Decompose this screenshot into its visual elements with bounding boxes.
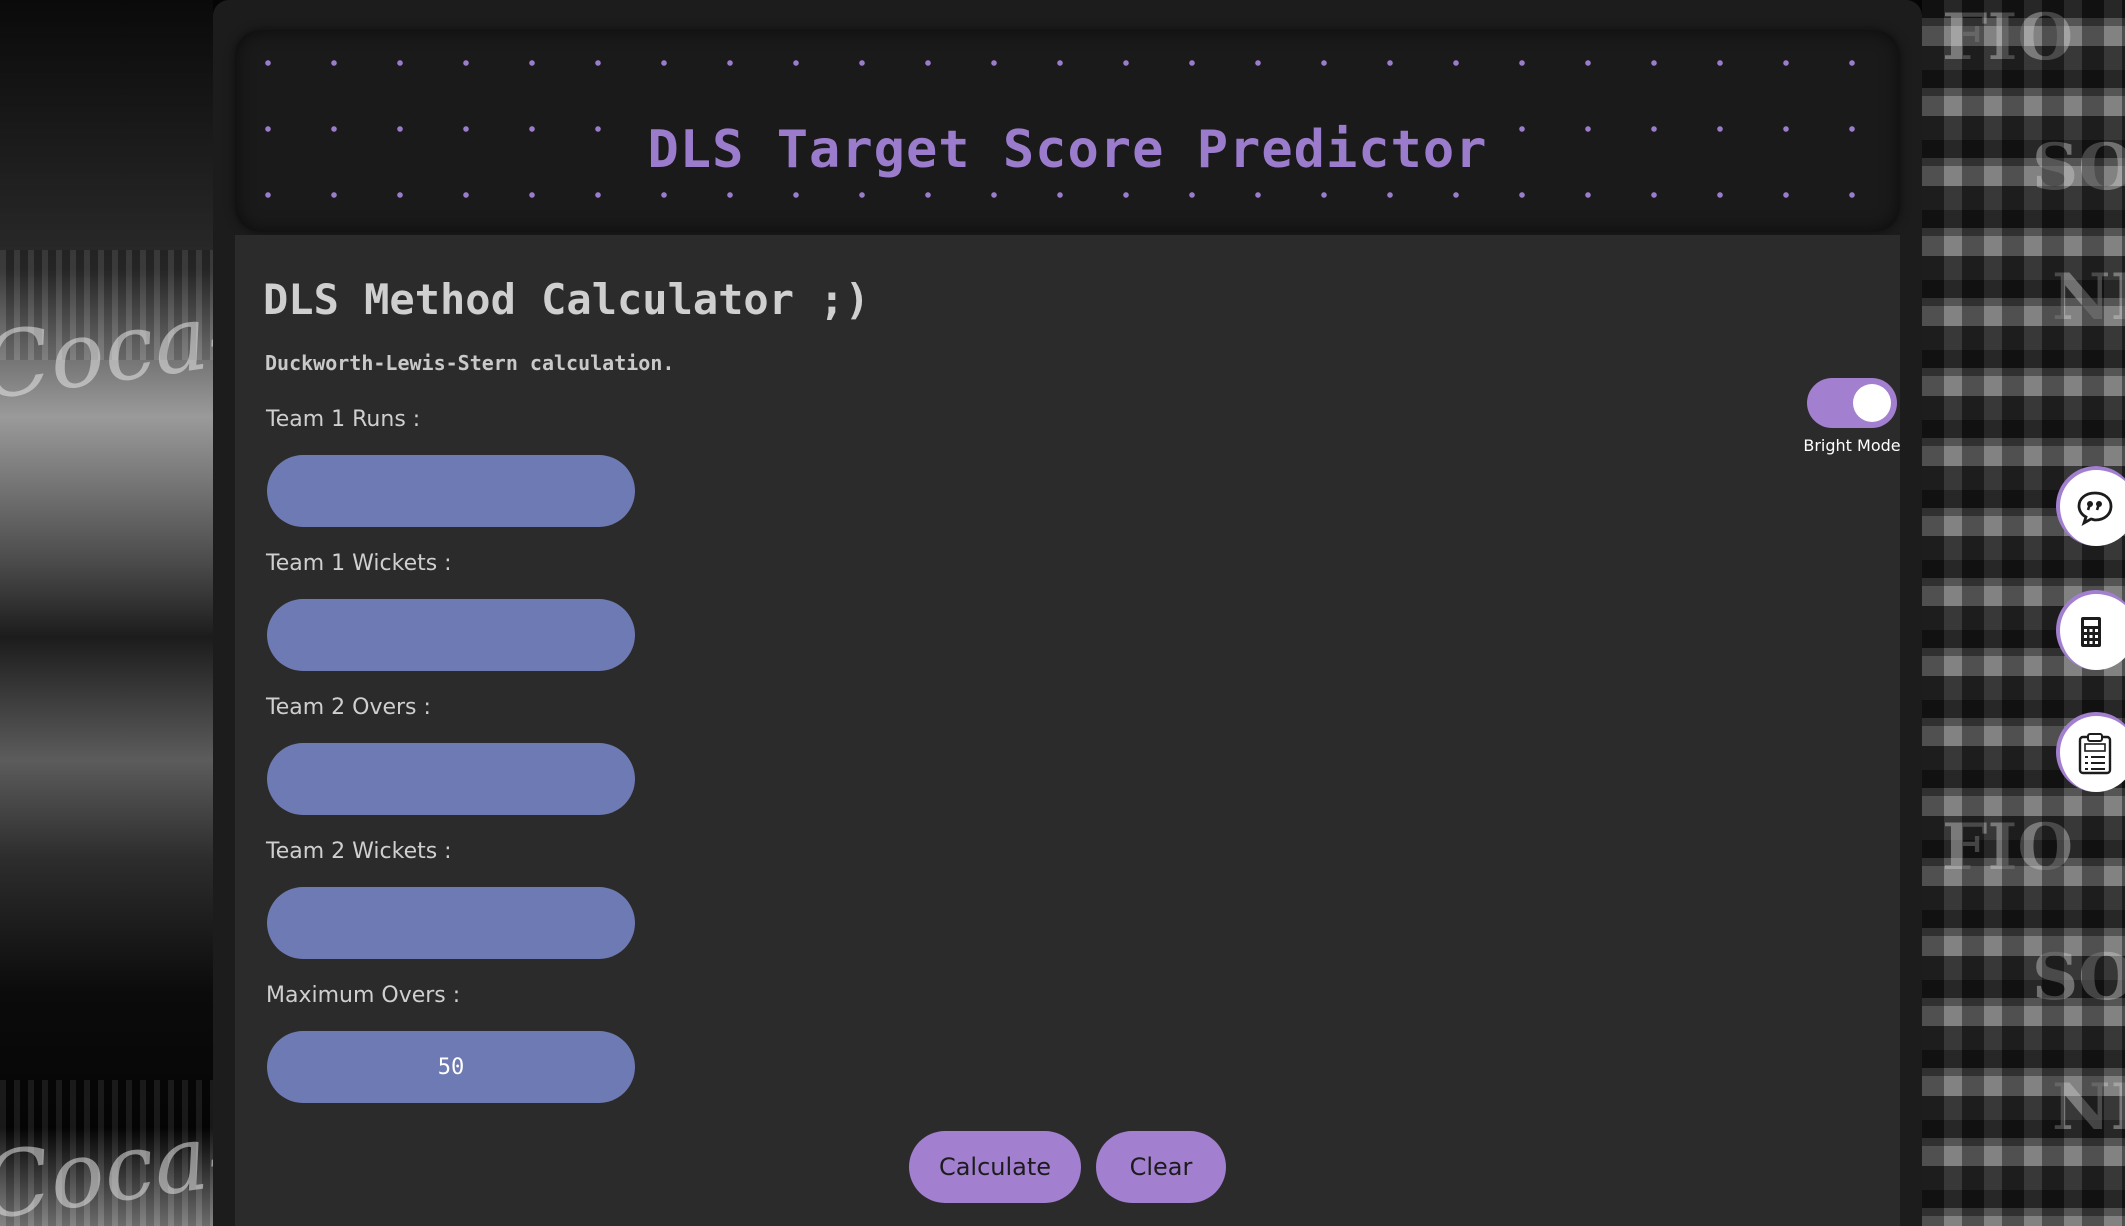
maximum-overs-input[interactable] (267, 1031, 635, 1103)
bright-mode-label: Bright Mode (1803, 436, 1901, 455)
quote-chat-icon (2077, 491, 2113, 527)
clear-button[interactable]: Clear (1096, 1131, 1226, 1203)
background-left-photo: Coca-Co Coca-Co (0, 0, 366, 1226)
team2-wickets-input[interactable] (267, 887, 635, 959)
team2-overs-label: Team 2 Overs : (266, 695, 431, 720)
main-container: DLS Target Score Predictor DLS Method Ca… (213, 0, 1922, 1226)
maximum-overs-label: Maximum Overs : (266, 983, 461, 1008)
toggle-knob (1853, 384, 1891, 422)
team2-wickets-label: Team 2 Wickets : (266, 839, 452, 864)
calculator-title: DLS Method Calculator ;) (263, 275, 870, 324)
calculator-panel: DLS Method Calculator ;) Duckworth-Lewis… (235, 235, 1902, 1226)
page-title: DLS Target Score Predictor (623, 120, 1512, 180)
team1-runs-input[interactable] (267, 455, 635, 527)
team2-overs-input[interactable] (267, 743, 635, 815)
bright-mode-toggle-group: Bright Mode (1802, 378, 1902, 455)
calculator-subtitle: Duckworth-Lewis-Stern calculation. (265, 351, 675, 375)
team1-runs-label: Team 1 Runs : (266, 407, 421, 432)
team1-wickets-label: Team 1 Wickets : (266, 551, 452, 576)
plan-clipboard-icon (2078, 733, 2112, 775)
calculate-button[interactable]: Calculate (909, 1131, 1081, 1203)
bright-mode-toggle[interactable] (1807, 378, 1897, 428)
header-banner: DLS Target Score Predictor (235, 30, 1900, 232)
calculator-icon (2081, 617, 2101, 647)
team1-wickets-input[interactable] (267, 599, 635, 671)
